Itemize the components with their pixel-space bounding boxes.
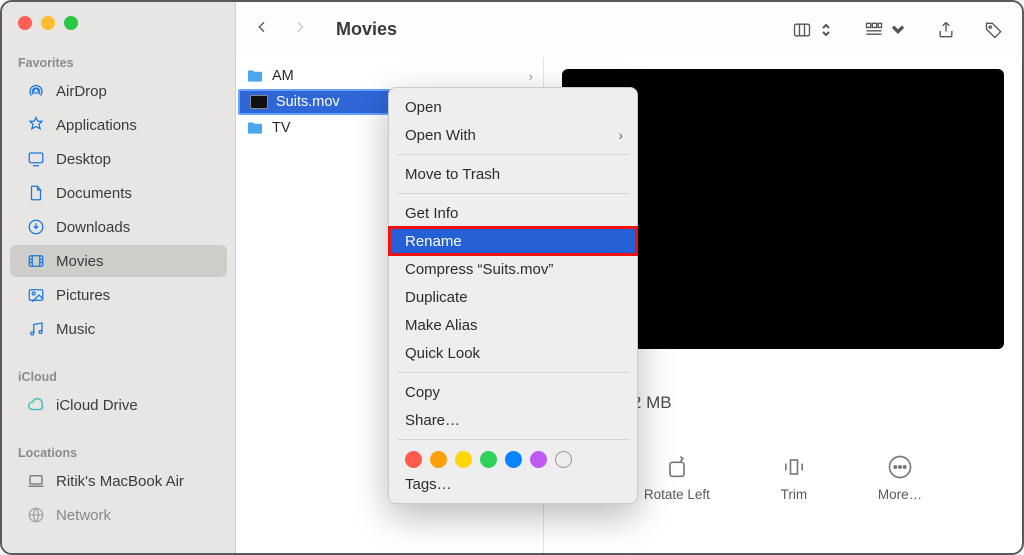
menu-separator xyxy=(397,372,629,373)
tag-none[interactable] xyxy=(555,451,572,468)
sidebar-item-airdrop[interactable]: AirDrop xyxy=(10,75,227,107)
folder-row-am[interactable]: AM › xyxy=(236,63,543,89)
file-label: TV xyxy=(272,120,291,136)
rotate-left-button[interactable]: Rotate Left xyxy=(644,453,710,502)
sidebar-section-icloud: iCloud xyxy=(2,364,235,388)
more-button[interactable]: More… xyxy=(878,453,922,502)
desktop-icon xyxy=(26,149,46,169)
sidebar-item-label: Music xyxy=(56,321,95,338)
sidebar-item-network[interactable]: Network xyxy=(10,499,227,531)
sidebar-item-pictures[interactable]: Pictures xyxy=(10,279,227,311)
pictures-icon xyxy=(26,285,46,305)
tag-blue[interactable] xyxy=(505,451,522,468)
context-menu-share[interactable]: Share… xyxy=(389,406,637,434)
file-label: Suits.mov xyxy=(276,94,340,110)
sidebar-item-macbook[interactable]: Ritik's MacBook Air xyxy=(10,465,227,497)
context-menu: Open Open With› Move to Trash Get Info R… xyxy=(388,87,638,504)
context-menu-duplicate[interactable]: Duplicate xyxy=(389,283,637,311)
menu-separator xyxy=(397,439,629,440)
context-menu-open-with[interactable]: Open With› xyxy=(389,121,637,149)
minimize-window-button[interactable] xyxy=(41,16,55,30)
tag-yellow[interactable] xyxy=(455,451,472,468)
zoom-window-button[interactable] xyxy=(64,16,78,30)
folder-icon xyxy=(246,121,264,135)
sidebar-item-label: Downloads xyxy=(56,219,130,236)
sidebar-section-locations: Locations xyxy=(2,440,235,464)
chevron-right-icon: › xyxy=(618,127,623,143)
context-menu-make-alias[interactable]: Make Alias xyxy=(389,311,637,339)
cloud-icon xyxy=(26,395,46,415)
sidebar-item-movies[interactable]: Movies xyxy=(10,245,227,277)
action-label: Trim xyxy=(781,487,808,502)
sidebar-item-label: Pictures xyxy=(56,287,110,304)
sidebar-item-label: Documents xyxy=(56,185,132,202)
sidebar-item-documents[interactable]: Documents xyxy=(10,177,227,209)
sidebar-section-favorites: Favorites xyxy=(2,50,235,74)
group-by-button[interactable] xyxy=(864,20,908,40)
finder-window: Favorites AirDrop Applications Desktop D… xyxy=(0,0,1024,555)
context-menu-rename[interactable]: Rename xyxy=(389,227,637,255)
more-icon xyxy=(886,453,914,481)
rotate-left-icon xyxy=(663,453,691,481)
laptop-icon xyxy=(26,471,46,491)
menu-separator xyxy=(397,154,629,155)
chevron-right-icon: › xyxy=(529,69,533,84)
sidebar-item-music[interactable]: Music xyxy=(10,313,227,345)
sidebar-item-label: Network xyxy=(56,507,111,524)
trim-button[interactable]: Trim xyxy=(780,453,808,502)
video-file-icon xyxy=(250,95,268,109)
sidebar-item-label: Ritik's MacBook Air xyxy=(56,473,184,490)
content-area: AM › Suits.mov TV › ovie - 33.2 MB xyxy=(236,57,1022,553)
context-menu-tags[interactable]: Tags… xyxy=(389,470,637,498)
action-label: More… xyxy=(878,487,922,502)
sidebar-item-desktop[interactable]: Desktop xyxy=(10,143,227,175)
movies-icon xyxy=(26,251,46,271)
share-button[interactable] xyxy=(936,20,956,40)
network-icon xyxy=(26,505,46,525)
folder-icon xyxy=(246,69,264,83)
menu-separator xyxy=(397,193,629,194)
tags-button[interactable] xyxy=(984,20,1004,40)
context-menu-move-to-trash[interactable]: Move to Trash xyxy=(389,160,637,188)
toolbar: Movies xyxy=(236,2,1022,57)
sidebar-item-label: iCloud Drive xyxy=(56,397,138,414)
airdrop-icon xyxy=(26,81,46,101)
documents-icon xyxy=(26,183,46,203)
context-menu-compress[interactable]: Compress “Suits.mov” xyxy=(389,255,637,283)
back-button[interactable] xyxy=(254,19,270,40)
sidebar: Favorites AirDrop Applications Desktop D… xyxy=(2,2,236,553)
sidebar-item-label: AirDrop xyxy=(56,83,107,100)
main-pane: Movies xyxy=(236,2,1022,553)
tag-purple[interactable] xyxy=(530,451,547,468)
tag-green[interactable] xyxy=(480,451,497,468)
file-label: AM xyxy=(272,68,294,84)
applications-icon xyxy=(26,115,46,135)
location-title: Movies xyxy=(336,19,397,40)
music-icon xyxy=(26,319,46,339)
context-menu-get-info[interactable]: Get Info xyxy=(389,199,637,227)
context-menu-copy[interactable]: Copy xyxy=(389,378,637,406)
context-menu-tag-colors xyxy=(389,445,637,470)
sidebar-item-applications[interactable]: Applications xyxy=(10,109,227,141)
sidebar-item-label: Applications xyxy=(56,117,137,134)
view-columns-button[interactable] xyxy=(792,20,836,40)
sidebar-item-label: Movies xyxy=(56,253,104,270)
sidebar-item-downloads[interactable]: Downloads xyxy=(10,211,227,243)
window-controls xyxy=(2,16,235,30)
context-menu-open[interactable]: Open xyxy=(389,93,637,121)
trim-icon xyxy=(780,453,808,481)
context-menu-quick-look[interactable]: Quick Look xyxy=(389,339,637,367)
close-window-button[interactable] xyxy=(18,16,32,30)
tag-orange[interactable] xyxy=(430,451,447,468)
sidebar-item-label: Desktop xyxy=(56,151,111,168)
tag-red[interactable] xyxy=(405,451,422,468)
action-label: Rotate Left xyxy=(644,487,710,502)
downloads-icon xyxy=(26,217,46,237)
sidebar-item-icloud-drive[interactable]: iCloud Drive xyxy=(10,389,227,421)
preview-actions: Rotate Left Trim More… xyxy=(644,453,922,502)
forward-button[interactable] xyxy=(292,19,308,40)
